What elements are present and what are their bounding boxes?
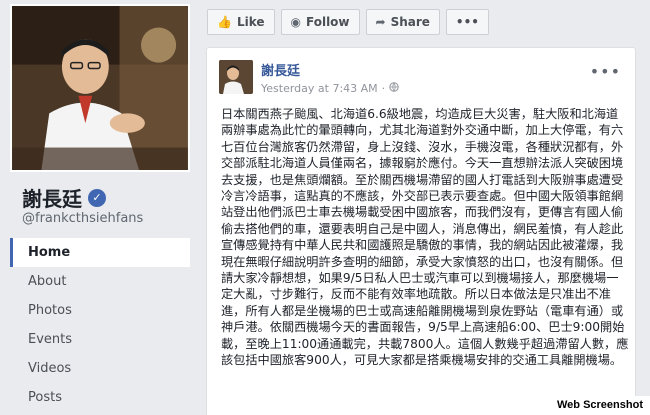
author-avatar-image <box>219 60 253 94</box>
post-text: 日本關西燕子颱風、北海道6.6級地震，均造成巨大災害，駐大阪和北海道兩辦事處為此… <box>221 107 629 368</box>
post-body: 日本關西燕子颱風、北海道6.6級地震，均造成巨大災害，駐大阪和北海道兩辦事處為此… <box>221 106 629 369</box>
share-button[interactable]: ➦ Share <box>365 9 440 35</box>
more-options-button[interactable]: ••• <box>445 9 489 35</box>
profile-photo-image <box>12 6 188 170</box>
globe-icon <box>389 82 399 95</box>
nav-item-videos[interactable]: Videos <box>10 354 190 383</box>
post-timestamp[interactable]: Yesterday at 7:43 AM <box>261 82 378 95</box>
nav-item-home[interactable]: Home <box>10 238 190 267</box>
page-action-toolbar: 👍 Like ◉ Follow ➦ Share ••• <box>207 9 489 35</box>
post-more-options-button[interactable]: ••• <box>590 62 621 81</box>
profile-photo[interactable] <box>10 4 190 172</box>
nav-item-about[interactable]: About <box>10 267 190 296</box>
rss-icon: ◉ <box>290 15 301 29</box>
nav-item-events[interactable]: Events <box>10 325 190 354</box>
share-arrow-icon: ➦ <box>375 15 386 29</box>
follow-button[interactable]: ◉ Follow <box>280 9 360 35</box>
meta-separator: · <box>381 82 386 95</box>
author-avatar[interactable] <box>219 60 253 94</box>
verified-badge-icon: ✓ <box>88 188 106 207</box>
side-nav: Home About Photos Events Videos Posts <box>10 238 190 412</box>
post-author-name[interactable]: 謝長廷 <box>261 60 399 79</box>
nav-item-posts[interactable]: Posts <box>10 383 190 412</box>
like-button[interactable]: 👍 Like <box>207 9 275 35</box>
page-name[interactable]: 謝長廷 <box>22 183 82 212</box>
follow-label: Follow <box>306 15 350 29</box>
post-card: 謝長廷 Yesterday at 7:43 AM · ••• 日本關西燕子颱風、… <box>206 47 636 415</box>
page-handle[interactable]: @frankcthsiehfans <box>22 211 143 226</box>
share-label: Share <box>390 15 430 29</box>
watermark-label: Web Screenshot <box>550 396 650 415</box>
nav-item-photos[interactable]: Photos <box>10 296 190 325</box>
like-label: Like <box>236 15 265 29</box>
thumbs-up-icon: 👍 <box>217 15 232 29</box>
